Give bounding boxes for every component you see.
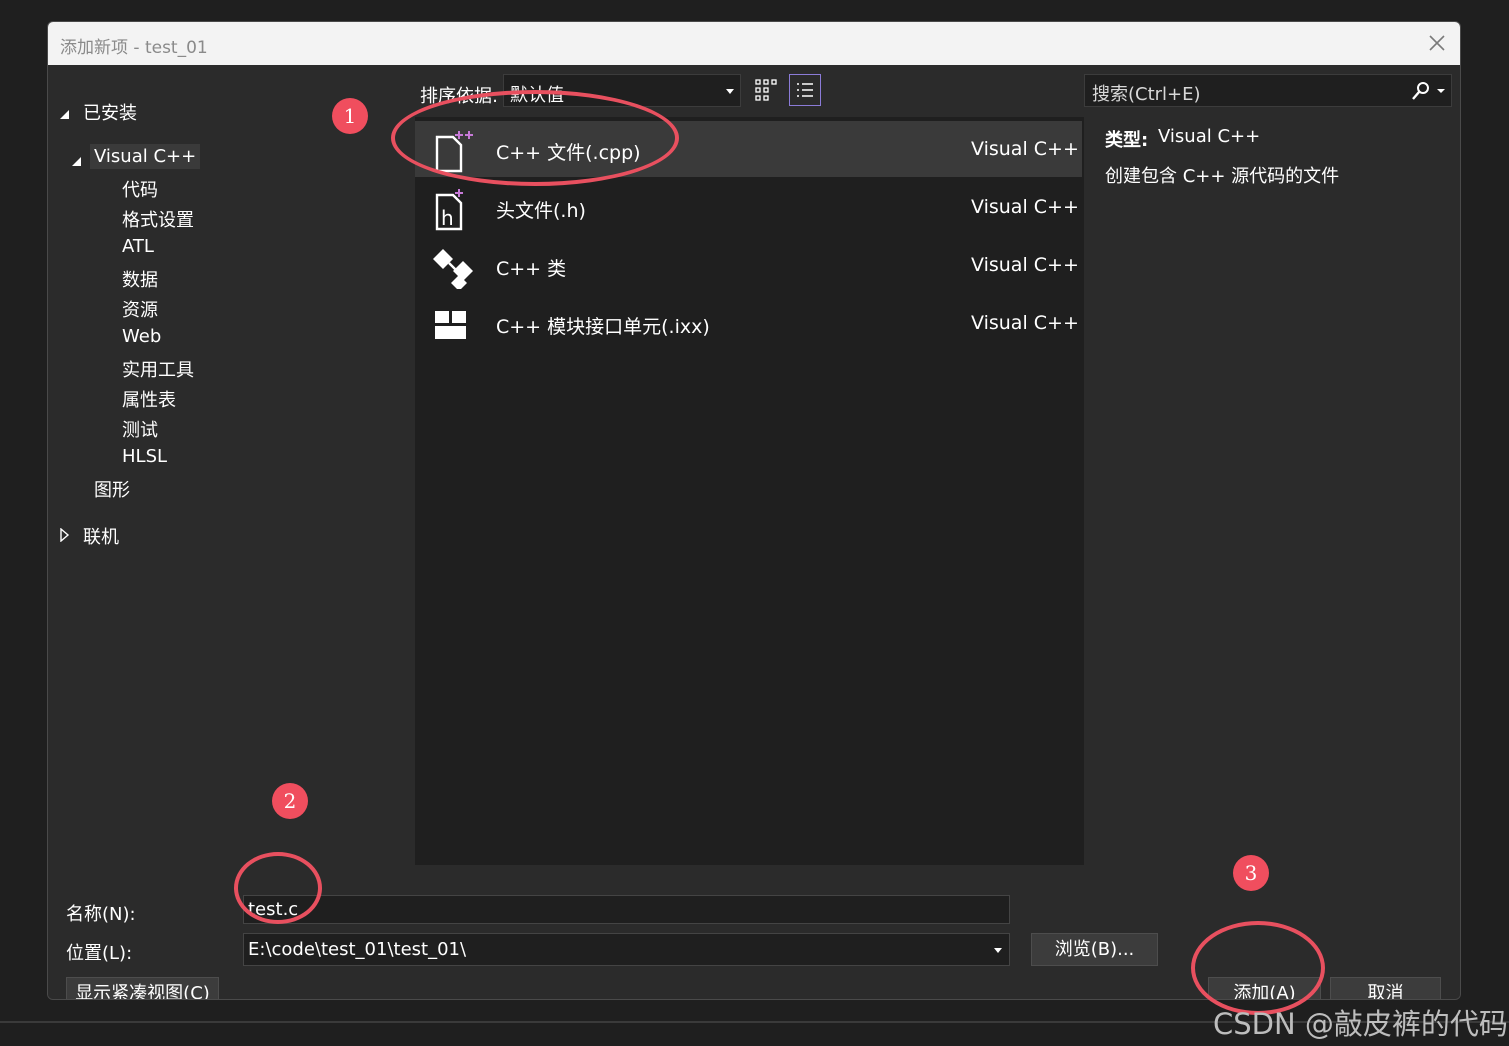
close-button[interactable]	[1424, 30, 1450, 56]
annotation-marker-2: 2	[272, 783, 308, 819]
class-icon	[433, 249, 473, 289]
tree-item-visual-cpp[interactable]: Visual C++	[90, 144, 201, 169]
chevron-down-icon	[994, 948, 1002, 953]
title-bar: 添加新项 - test_01	[48, 22, 1460, 65]
grid-view-button[interactable]	[754, 78, 778, 102]
tree-item-data[interactable]: 数据	[122, 266, 158, 292]
annotation-marker-3: 3	[1233, 855, 1269, 891]
category-tree: 已安装 Visual C++ 代码 格式设置 ATL 数据 资源 Web 实用工…	[48, 65, 415, 871]
tree-item-online[interactable]: 联机	[83, 523, 119, 549]
template-language: Visual C++	[971, 312, 1079, 334]
list-view-icon	[797, 83, 813, 97]
template-language: Visual C++	[971, 196, 1079, 218]
window-title: 添加新项 - test_01	[60, 38, 208, 58]
module-icon	[435, 311, 466, 339]
svg-text:h: h	[441, 206, 454, 230]
add-new-item-dialog: 添加新项 - test_01 已安装 Visual C++ 代码 格式设置 AT…	[47, 21, 1461, 1000]
compact-view-button[interactable]: 显示紧凑视图(C)	[66, 977, 219, 999]
tree-item-installed[interactable]: 已安装	[83, 99, 137, 125]
grid-view-icon	[755, 79, 777, 101]
tree-item-utility[interactable]: 实用工具	[122, 356, 194, 382]
tree-item-test[interactable]: 测试	[122, 416, 158, 442]
annotation-ellipse-1	[391, 90, 679, 186]
location-dropdown[interactable]: E:\code\test_01\test_01\	[243, 933, 1010, 966]
detail-type-value: Visual C++	[1158, 126, 1261, 147]
annotation-marker-1: 1	[332, 98, 368, 134]
close-icon	[1429, 35, 1445, 51]
template-row-cpp-class[interactable]: C++ 类 Visual C++	[415, 237, 1082, 293]
template-name: C++ 模块接口单元(.ixx)	[496, 316, 710, 338]
list-view-button[interactable]	[789, 74, 821, 106]
cancel-button[interactable]: 取消	[1330, 977, 1441, 999]
template-row-header-file[interactable]: h 头文件(.h) Visual C++	[415, 179, 1082, 235]
name-input[interactable]: test.c	[243, 895, 1010, 924]
chevron-down-icon	[726, 89, 734, 94]
location-value: E:\code\test_01\test_01\	[248, 939, 467, 960]
tree-item-atl[interactable]: ATL	[122, 236, 154, 257]
tree-item-hlsl[interactable]: HLSL	[122, 446, 167, 467]
detail-type-label: 类型:	[1105, 130, 1149, 151]
template-language: Visual C++	[971, 254, 1079, 276]
template-name: C++ 类	[496, 258, 567, 280]
location-label: 位置(L):	[66, 943, 133, 964]
template-row-module-interface[interactable]: C++ 模块接口单元(.ixx) Visual C++	[415, 295, 1082, 351]
browse-button[interactable]: 浏览(B)...	[1031, 933, 1158, 966]
name-label: 名称(N):	[66, 904, 136, 925]
template-list: C++ 文件(.cpp) Visual C++ h 头文件(.h) Visual…	[415, 117, 1084, 865]
search-icon	[1412, 82, 1445, 100]
tree-item-resource[interactable]: 资源	[122, 296, 158, 322]
annotation-ellipse-2	[234, 852, 322, 924]
expanded-arrow-icon[interactable]	[72, 152, 82, 166]
tree-item-graphics[interactable]: 图形	[94, 476, 130, 502]
template-language: Visual C++	[971, 138, 1079, 160]
search-input[interactable]: 搜索(Ctrl+E)	[1084, 74, 1452, 107]
tree-item-formatting[interactable]: 格式设置	[122, 206, 194, 232]
detail-description: 创建包含 C++ 源代码的文件	[1105, 166, 1340, 187]
search-placeholder: 搜索(Ctrl+E)	[1092, 84, 1201, 105]
watermark: CSDN @敲皮裤的代码	[1213, 1007, 1508, 1041]
tree-item-code[interactable]: 代码	[122, 176, 158, 202]
tree-item-web[interactable]: Web	[122, 326, 161, 347]
collapsed-arrow-icon[interactable]	[60, 527, 70, 543]
template-name: 头文件(.h)	[496, 200, 586, 222]
expanded-arrow-icon[interactable]	[60, 105, 70, 119]
header-file-icon: h	[435, 189, 463, 231]
tree-item-property-sheet[interactable]: 属性表	[122, 386, 176, 412]
